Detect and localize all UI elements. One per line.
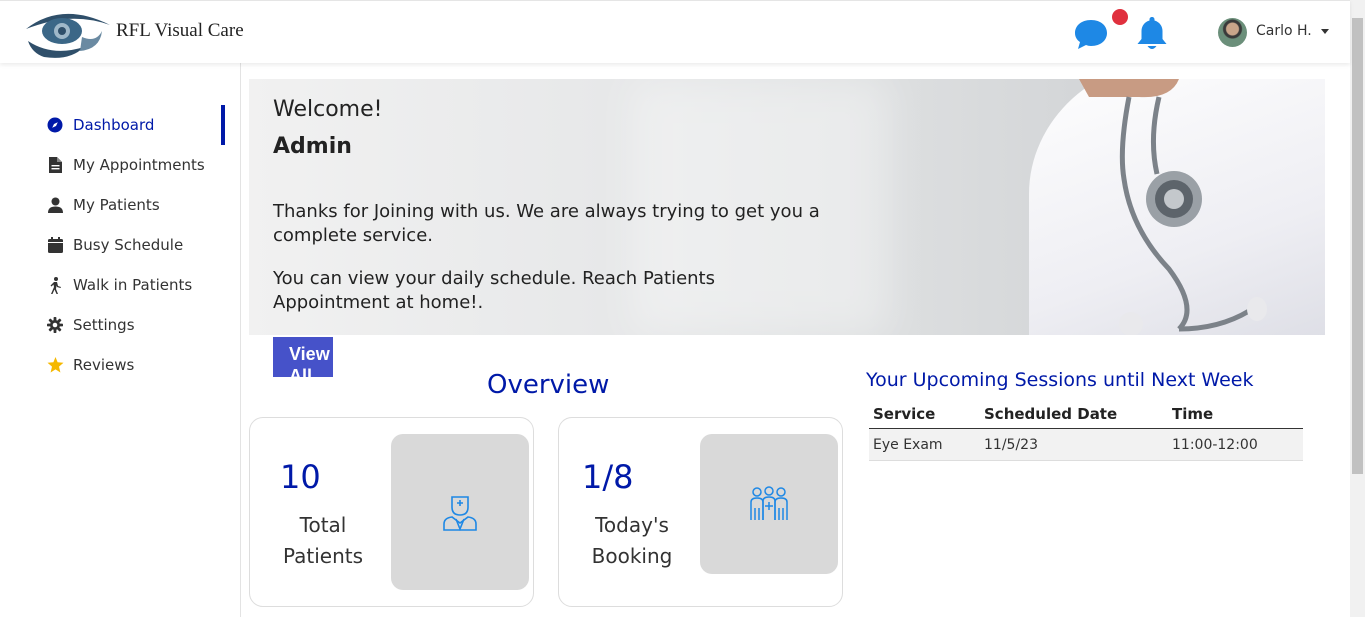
overview-title: Overview (487, 370, 610, 400)
calendar-icon (46, 236, 64, 254)
total-patients-card[interactable]: 10 Total Patients (249, 417, 534, 607)
table-cell: Eye Exam (869, 428, 980, 461)
active-indicator (221, 105, 225, 145)
view-all-button[interactable]: View All (273, 337, 333, 377)
sidebar-item-label: My Patients (73, 196, 160, 214)
user-name[interactable]: Carlo H. (1256, 23, 1312, 39)
total-patients-value: 10 (280, 458, 321, 496)
sidebar-item-label: Dashboard (73, 116, 155, 134)
label-line: Patients (282, 544, 364, 568)
bell-icon[interactable] (1135, 15, 1169, 51)
sidebar-item-label: Reviews (73, 356, 135, 374)
schedule-message: You can view your daily schedule. Reach … (273, 268, 715, 313)
scrollbar[interactable] (1350, 0, 1365, 617)
label-line: Total (299, 513, 347, 537)
user-icon (46, 196, 64, 214)
eye-logo-icon[interactable] (22, 7, 112, 63)
sidebar-item-my-appointments[interactable]: My Appointments (46, 153, 205, 177)
walking-icon (46, 276, 64, 294)
total-patients-label: Total Patients (276, 510, 370, 572)
upcoming-sessions-title: Your Upcoming Sessions until Next Week (866, 369, 1254, 391)
sidebar-item-label: Busy Schedule (73, 236, 184, 254)
sidebar-item-dashboard[interactable]: Dashboard (46, 113, 154, 137)
column-header: Scheduled Date (980, 402, 1168, 429)
welcome-banner: Welcome! Admin Thanks for Joining with u… (249, 79, 1325, 335)
icon-tile (700, 434, 838, 574)
table-cell: 11/5/23 (980, 428, 1168, 461)
sidebar-item-busy-schedule[interactable]: Busy Schedule (46, 233, 183, 257)
column-header: Time (1168, 402, 1303, 429)
table-row[interactable]: Eye Exam 11/5/23 11:00-12:00 (869, 428, 1303, 461)
scrollbar-thumb[interactable] (1352, 18, 1363, 474)
chevron-down-icon[interactable] (1321, 29, 1329, 34)
todays-booking-card[interactable]: 1/8 Today's Booking (558, 417, 843, 607)
sidebar-item-settings[interactable]: Settings (46, 313, 135, 337)
sidebar-item-label: Settings (73, 316, 135, 334)
sidebar-item-walk-in-patients[interactable]: Walk in Patients (46, 273, 192, 297)
todays-booking-label: Today's Booking (583, 510, 681, 572)
chat-icon[interactable] (1073, 17, 1109, 51)
sidebar-item-label: Walk in Patients (73, 276, 193, 294)
top-navbar: RFL Visual Care Carlo H. (0, 0, 1350, 63)
todays-booking-value: 1/8 (582, 458, 634, 496)
star-icon (46, 356, 64, 374)
sessions-table: Service Scheduled Date Time Eye Exam 11/… (869, 402, 1303, 461)
avatar[interactable] (1218, 18, 1247, 47)
icon-tile (391, 434, 529, 590)
sidebar-item-reviews[interactable]: Reviews (46, 353, 134, 377)
compass-icon (46, 116, 64, 134)
doctor-icon (443, 496, 477, 531)
sidebar: Dashboard My Appointments My Patients Bu… (0, 63, 241, 617)
column-header: Service (869, 402, 980, 429)
welcome-message: Thanks for Joining with us. We are alway… (273, 201, 820, 246)
notification-dot (1112, 9, 1128, 25)
welcome-heading: Welcome! (273, 97, 383, 122)
sidebar-item-label: My Appointments (73, 156, 205, 174)
label-line: Today's (595, 513, 669, 537)
table-header-row: Service Scheduled Date Time (869, 402, 1303, 429)
table-cell: 11:00-12:00 (1168, 428, 1303, 461)
gear-icon (46, 316, 64, 334)
stethoscope-image (1079, 79, 1267, 335)
document-icon (46, 156, 64, 174)
group-icon (750, 486, 788, 520)
label-line: Booking (591, 544, 673, 568)
brand-name[interactable]: RFL Visual Care (116, 20, 244, 42)
admin-name: Admin (273, 134, 352, 159)
sidebar-item-my-patients[interactable]: My Patients (46, 193, 160, 217)
